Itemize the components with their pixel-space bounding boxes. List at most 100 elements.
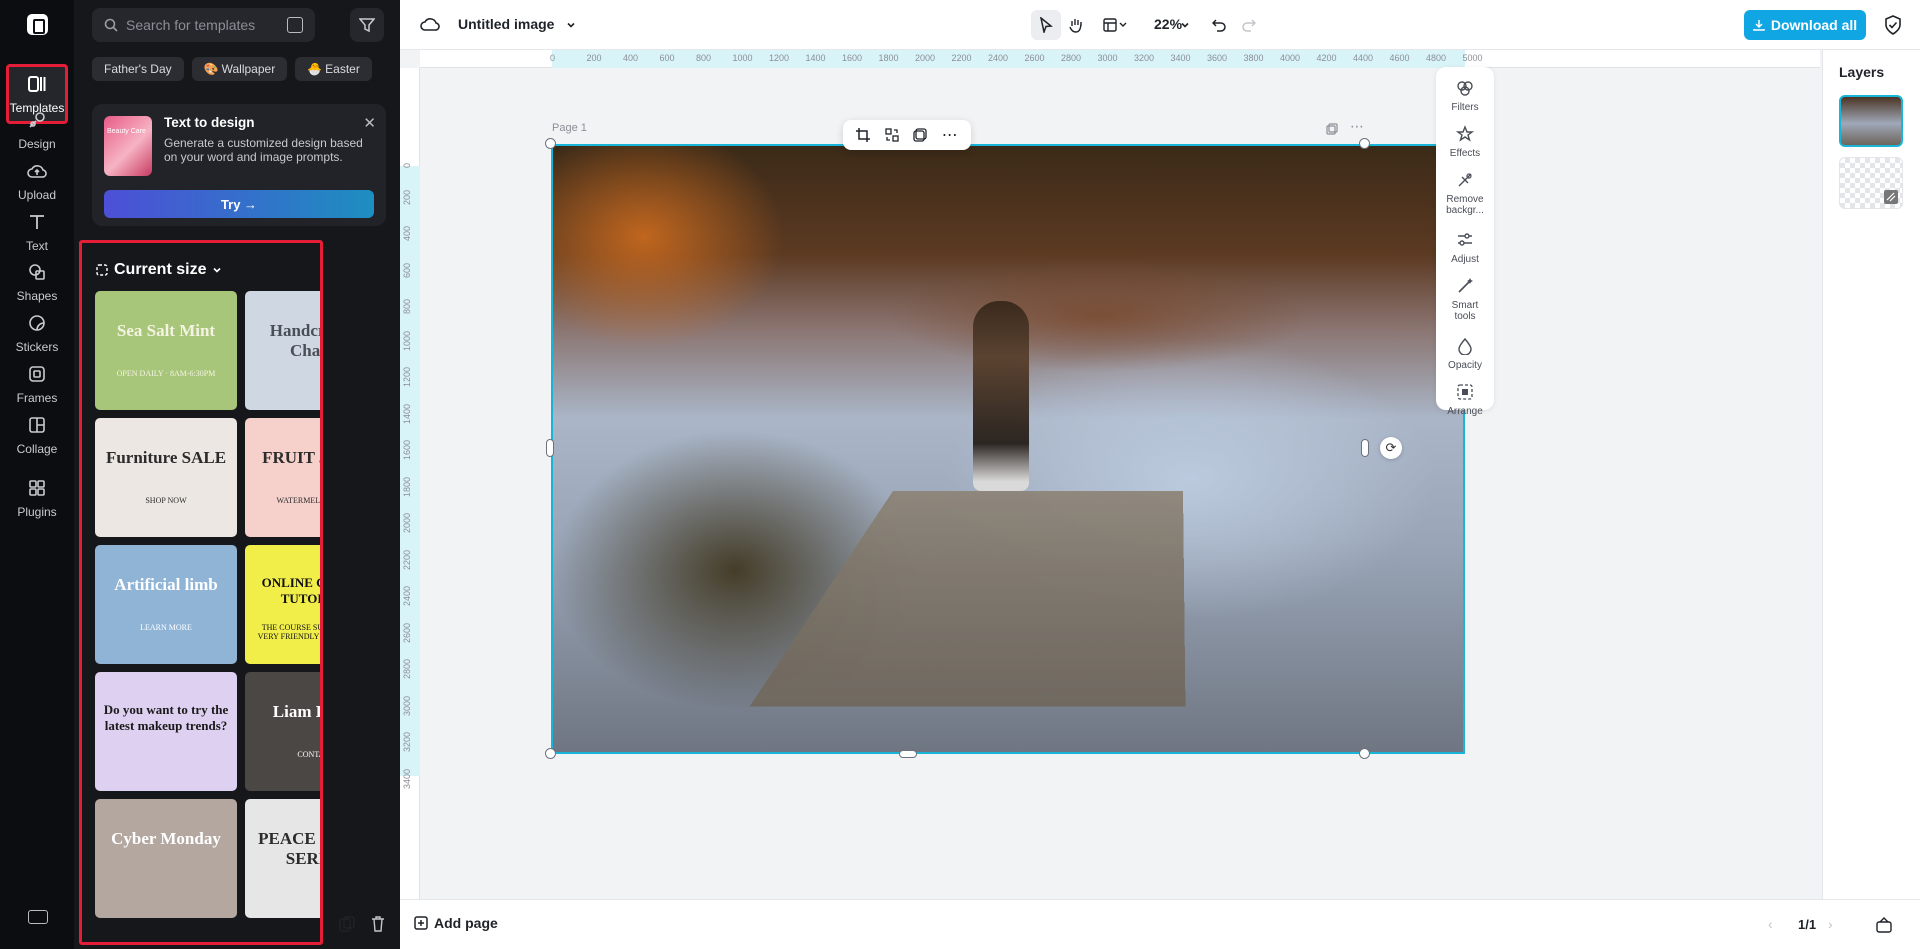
resize-handle-right[interactable]: [1361, 439, 1369, 457]
layout-menu-button[interactable]: [1097, 10, 1133, 40]
resize-handle-top-left[interactable]: [545, 138, 556, 149]
close-icon[interactable]: ✕: [363, 114, 376, 132]
download-all-button[interactable]: Download all: [1744, 10, 1866, 40]
plugins-icon: [26, 477, 48, 499]
download-icon: [1753, 20, 1765, 31]
shield-icon[interactable]: [1884, 15, 1902, 35]
effects-icon: [1456, 125, 1474, 143]
template-card[interactable]: ONLINE COURSE TUTORING THE COURSE SUPERVI…: [245, 545, 320, 664]
chevron-down-icon[interactable]: [566, 20, 576, 30]
app-logo-icon[interactable]: [27, 14, 48, 35]
try-button[interactable]: Try →: [104, 190, 374, 218]
ruler-tick-label: 2400: [402, 585, 412, 606]
template-card[interactable]: Artificial limb LEARN MORE: [95, 545, 237, 664]
layout-icon: [1103, 18, 1127, 32]
ruler-tick-label: 4400: [1353, 53, 1374, 63]
next-page-icon[interactable]: ›: [1828, 916, 1833, 932]
tool-filters[interactable]: Filters: [1436, 79, 1494, 113]
resize-handle-bottom[interactable]: [899, 750, 917, 758]
template-title: PEACE HOME SERIES: [258, 829, 320, 868]
hand-tool-button[interactable]: [1061, 10, 1091, 40]
upload-icon: [26, 160, 48, 182]
template-search[interactable]: [92, 8, 315, 42]
ruler-tick-label: 1800: [878, 53, 899, 63]
canvas-area[interactable]: 0 200 400 600 800 1000 1200 1400 1600 1800 2000 220…: [400, 50, 1822, 899]
ruler-tick-label: 4000: [1280, 53, 1301, 63]
tool-smart-tools[interactable]: Smart tools: [1436, 277, 1494, 322]
image-search-icon[interactable]: [287, 17, 303, 33]
collage-icon: [26, 414, 48, 436]
template-subtitle: OPEN DAILY · 8AM-6:30PM: [116, 369, 216, 378]
zoom-level[interactable]: 22%: [1154, 16, 1182, 32]
ruler-tick-label: 400: [402, 225, 412, 241]
template-card[interactable]: Liam David CONTACT: [245, 672, 320, 791]
replace-icon[interactable]: [885, 128, 899, 142]
template-card[interactable]: Sea Salt Mint OPEN DAILY · 8AM-6:30PM: [95, 291, 237, 410]
ruler-tick-label: 4800: [1426, 53, 1447, 63]
page-label: Page 1: [552, 122, 587, 134]
template-card[interactable]: Cyber Monday: [95, 799, 237, 918]
layer-thumbnail-image[interactable]: [1839, 95, 1903, 147]
tool-opacity[interactable]: Opacity: [1436, 337, 1494, 371]
rail-item-collage[interactable]: Collage: [6, 405, 68, 465]
shapes-icon: [26, 261, 48, 283]
resize-handle-bottom-right[interactable]: [1359, 748, 1370, 759]
chevron-down-icon[interactable]: [1180, 20, 1190, 30]
stickers-icon: [26, 312, 48, 334]
tool-remove-background[interactable]: Remove backgr...: [1436, 171, 1494, 216]
tool-arrange[interactable]: Arrange: [1436, 383, 1494, 417]
previous-page-icon[interactable]: ‹: [1768, 916, 1773, 932]
redo-button[interactable]: [1234, 10, 1264, 40]
chip-easter[interactable]: 🐣 Easter: [295, 57, 372, 81]
template-card[interactable]: PEACE HOME SERIES: [245, 799, 320, 918]
template-card[interactable]: FRUIT JUICE WATERMELON JUICE: [245, 418, 320, 537]
resize-handle-left[interactable]: [546, 439, 554, 457]
add-page-button[interactable]: Add page: [414, 915, 498, 931]
template-card[interactable]: Handcrafted Charm: [245, 291, 320, 410]
rail-item-label: Frames: [16, 391, 58, 405]
resize-handle-bottom-left[interactable]: [545, 748, 556, 759]
text-icon: [26, 211, 48, 233]
tool-label: Opacity: [1448, 360, 1482, 371]
keyboard-shortcuts-icon[interactable]: [28, 910, 48, 924]
select-tool-button[interactable]: [1031, 10, 1061, 40]
cloud-sync-icon[interactable]: [420, 16, 440, 32]
tool-adjust[interactable]: Adjust: [1436, 231, 1494, 265]
tool-label: Filters: [1451, 102, 1479, 113]
search-input[interactable]: [126, 17, 286, 33]
rail-item-plugins[interactable]: Plugins: [6, 468, 68, 528]
add-page-label: Add page: [434, 915, 498, 931]
page-manager-icon[interactable]: [1876, 917, 1892, 933]
template-card[interactable]: Do you want to try the latest makeup tre…: [95, 672, 237, 791]
rail-item-label: Stickers: [15, 340, 59, 354]
ruler-tick-label: 1200: [402, 366, 412, 387]
layer-thumbnail-background[interactable]: [1839, 157, 1903, 209]
crop-icon[interactable]: [856, 128, 871, 142]
ruler-tick-label: 0: [550, 53, 556, 63]
horizontal-ruler: 0 200 400 600 800 1000 1200 1400 1600 1800 2000 220…: [420, 50, 1820, 68]
rotate-icon[interactable]: ⟳: [1380, 437, 1402, 459]
ruler-tick-label: 3400: [402, 768, 412, 789]
template-card[interactable]: Furniture SALE SHOP NOW: [95, 418, 237, 537]
current-size-dropdown[interactable]: Current size: [96, 261, 222, 279]
template-title: Furniture SALE: [105, 448, 227, 467]
document-title[interactable]: Untitled image: [458, 16, 554, 32]
filter-button[interactable]: [350, 8, 384, 42]
ruler-tick-label: 2000: [915, 53, 936, 63]
arrange-icon: [1456, 383, 1474, 401]
page-settings-icon[interactable]: [339, 916, 355, 937]
duplicate-icon[interactable]: [913, 128, 927, 142]
page-more-icon[interactable]: ⋯: [1350, 118, 1364, 135]
resize-handle-top-right[interactable]: [1359, 138, 1370, 149]
template-subtitle: SHOP NOW: [145, 496, 187, 505]
frames-icon: [26, 363, 48, 385]
template-title: FRUIT JUICE: [262, 448, 320, 467]
chip-fathers-day[interactable]: Father's Day: [92, 57, 184, 81]
chip-wallpaper[interactable]: 🎨 Wallpaper: [191, 57, 288, 81]
tool-effects[interactable]: Effects: [1436, 125, 1494, 159]
duplicate-page-icon[interactable]: [1326, 123, 1338, 135]
undo-button[interactable]: [1204, 10, 1234, 40]
more-icon[interactable]: ⋯: [942, 125, 958, 145]
canvas-photo[interactable]: [551, 144, 1465, 754]
delete-page-icon[interactable]: [371, 916, 385, 937]
